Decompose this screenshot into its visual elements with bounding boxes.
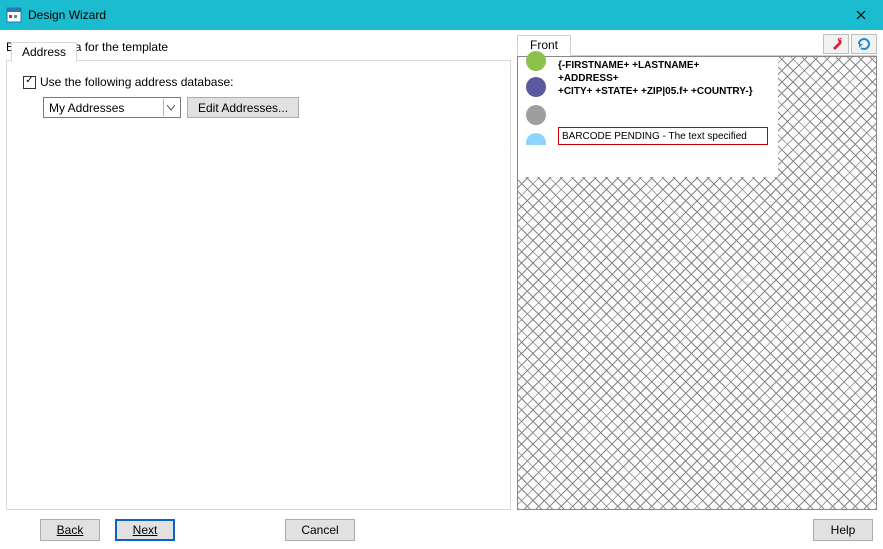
green-dot-icon [526,51,546,71]
address-db-select[interactable]: My Addresses [43,97,181,118]
tab-address[interactable]: Address [11,42,77,62]
edit-addresses-button[interactable]: Edit Addresses... [187,97,299,118]
left-tab-panel: Address Use the following address databa… [6,60,511,510]
preview-tabstrip: Front [517,34,877,56]
button-bar: Back Next Cancel Help [0,519,883,541]
back-button[interactable]: Back [40,519,100,541]
address-db-value: My Addresses [49,101,124,115]
preview-canvas: {-FIRSTNAME+ +LASTNAME+ +ADDRESS+ +CITY+… [518,57,778,177]
use-address-db-label: Use the following address database: [40,75,233,89]
chevron-down-icon [163,99,178,116]
barcode-pending-text: BARCODE PENDING - The text specified [562,131,747,142]
use-address-db-checkbox[interactable] [23,76,36,89]
next-button[interactable]: Next [115,519,175,541]
address-template-text: {-FIRSTNAME+ +LASTNAME+ +ADDRESS+ +CITY+… [558,59,753,98]
title-bar: Design Wizard [0,0,883,30]
wrench-tool-button[interactable] [823,34,849,54]
window-title: Design Wizard [28,8,106,22]
help-button[interactable]: Help [813,519,873,541]
preview-frame: {-FIRSTNAME+ +LASTNAME+ +ADDRESS+ +CITY+… [517,56,877,510]
purple-dot-icon [526,77,546,97]
blue-dot-icon [526,133,546,145]
barcode-pending-box: BARCODE PENDING - The text specified [558,127,768,145]
app-icon [6,7,22,23]
close-button[interactable] [838,0,883,30]
refresh-tool-button[interactable] [851,34,877,54]
gray-dot-icon [526,105,546,125]
cancel-button[interactable]: Cancel [285,519,355,541]
tab-front[interactable]: Front [517,35,571,56]
